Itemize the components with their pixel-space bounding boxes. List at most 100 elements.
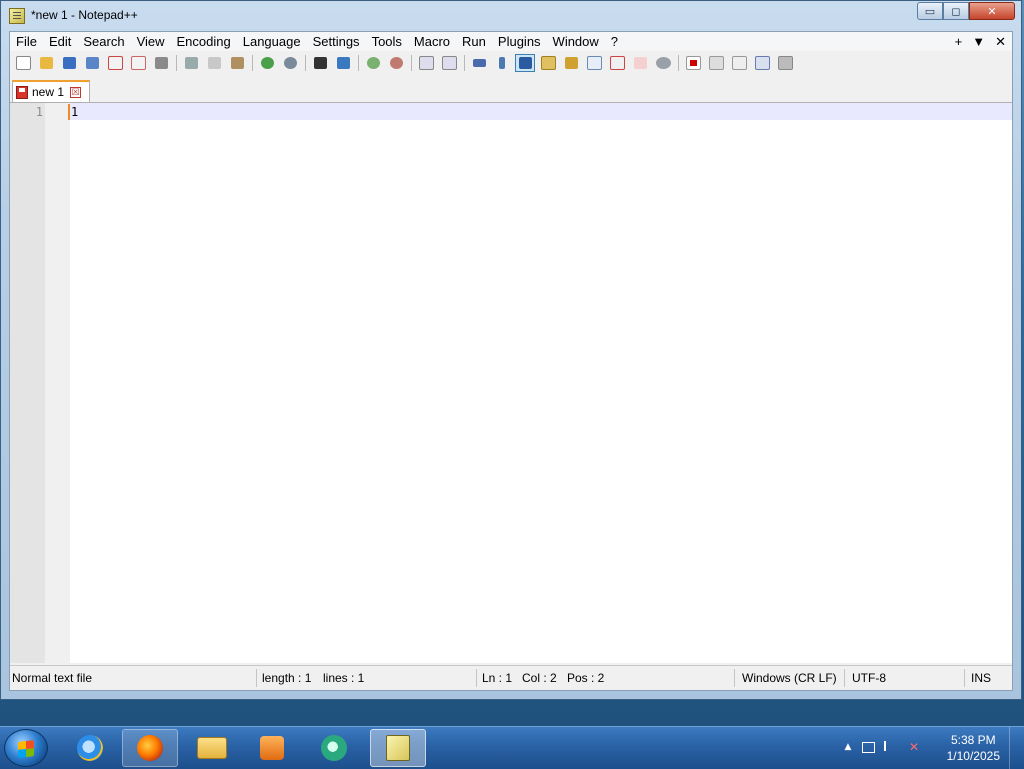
tab-new-1[interactable]: new 1 ☒ <box>12 80 90 102</box>
record-macro-icon[interactable] <box>683 54 703 72</box>
title-bar[interactable]: *new 1 - Notepad++ ▭ ◻ ✕ <box>1 1 1021 31</box>
redo-icon[interactable] <box>280 54 300 72</box>
status-lines: lines : 1 <box>323 671 365 685</box>
open-file-icon[interactable] <box>36 54 56 72</box>
menu-tools[interactable]: Tools <box>366 32 408 51</box>
menu-settings[interactable]: Settings <box>307 32 366 51</box>
save-macro-icon[interactable] <box>775 54 795 72</box>
save-all-icon[interactable] <box>82 54 102 72</box>
current-line-highlight <box>70 103 1012 120</box>
monitoring-icon[interactable] <box>630 54 650 72</box>
window-controls: ▭ ◻ ✕ <box>917 2 1015 20</box>
show-desktop-button[interactable] <box>1009 727 1024 769</box>
toolbar-separator <box>176 55 177 71</box>
status-file-type: Normal text file <box>12 671 93 685</box>
menu-run[interactable]: Run <box>456 32 492 51</box>
zoom-out-icon[interactable] <box>386 54 406 72</box>
menu-help[interactable]: ? <box>605 32 624 51</box>
taskbar-notepad-plus-plus[interactable] <box>370 729 426 767</box>
menu-window[interactable]: Window <box>547 32 605 51</box>
function-list-icon[interactable] <box>584 54 604 72</box>
replace-icon[interactable] <box>333 54 353 72</box>
indent-guide-icon[interactable] <box>515 54 535 72</box>
show-all-chars-icon[interactable] <box>492 54 512 72</box>
notepad-app-icon[interactable] <box>9 8 25 24</box>
chat-app-icon <box>321 735 347 761</box>
cut-icon[interactable] <box>181 54 201 72</box>
network-icon[interactable] <box>862 742 875 753</box>
taskbar-internet-explorer[interactable] <box>62 729 118 767</box>
save-icon[interactable] <box>59 54 79 72</box>
fold-margin[interactable] <box>45 103 70 663</box>
paste-icon[interactable] <box>227 54 247 72</box>
menu-macro[interactable]: Macro <box>408 32 456 51</box>
close-document-icon[interactable]: ✕ <box>995 34 1006 50</box>
tab-label: new 1 <box>32 85 65 99</box>
maximize-button[interactable]: ◻ <box>943 2 969 20</box>
menu-edit[interactable]: Edit <box>43 32 77 51</box>
new-file-icon[interactable] <box>13 54 33 72</box>
copy-icon[interactable] <box>204 54 224 72</box>
taskbar-chat-app[interactable] <box>306 729 362 767</box>
toolbar <box>10 52 1012 74</box>
toolbar-separator <box>464 55 465 71</box>
menu-file[interactable]: File <box>10 32 43 51</box>
stop-record-icon[interactable] <box>706 54 726 72</box>
user-language-icon[interactable] <box>538 54 558 72</box>
taskbar-firefox[interactable] <box>122 729 178 767</box>
editor-area[interactable]: 1 1 <box>10 103 1012 663</box>
internet-explorer-icon <box>77 735 103 761</box>
status-divider <box>256 669 257 687</box>
folder-as-workspace-icon[interactable] <box>607 54 627 72</box>
toolbar-separator <box>678 55 679 71</box>
media-player-icon <box>260 736 284 760</box>
comment-icon[interactable] <box>653 54 673 72</box>
window-title: *new 1 - Notepad++ <box>31 8 138 22</box>
run-macro-multiple-icon[interactable] <box>752 54 772 72</box>
sync-horizontal-icon[interactable] <box>439 54 459 72</box>
undo-icon[interactable] <box>257 54 277 72</box>
action-center-flag-icon[interactable] <box>884 741 894 751</box>
zoom-in-icon[interactable] <box>363 54 383 72</box>
status-divider <box>476 669 477 687</box>
menu-encoding[interactable]: Encoding <box>171 32 237 51</box>
word-wrap-icon[interactable] <box>469 54 489 72</box>
start-button[interactable] <box>4 729 48 767</box>
status-eol[interactable]: Windows (CR LF) <box>742 671 837 685</box>
status-ln: Ln : 1 <box>482 671 513 685</box>
sync-vertical-icon[interactable] <box>416 54 436 72</box>
line-number: 1 <box>35 105 43 119</box>
status-divider <box>964 669 965 687</box>
menu-view[interactable]: View <box>131 32 171 51</box>
menu-language[interactable]: Language <box>237 32 307 51</box>
volume-muted-icon[interactable]: ✕ <box>906 740 922 754</box>
notepad-window: *new 1 - Notepad++ ▭ ◻ ✕ File Edit Searc… <box>0 0 1022 700</box>
new-tab-icon[interactable]: + <box>955 34 963 49</box>
minimize-button[interactable]: ▭ <box>917 2 943 20</box>
status-pos: Pos : 2 <box>567 671 605 685</box>
toolbar-separator <box>252 55 253 71</box>
caret-marker <box>68 104 70 120</box>
close-button[interactable]: ✕ <box>969 2 1015 20</box>
tab-list-dropdown-icon[interactable]: ▼ <box>972 34 985 49</box>
firefox-icon <box>137 735 163 761</box>
menu-search[interactable]: Search <box>77 32 130 51</box>
taskbar-media-player[interactable] <box>244 729 300 767</box>
taskbar-file-explorer[interactable] <box>184 729 240 767</box>
close-all-icon[interactable] <box>128 54 148 72</box>
find-icon[interactable] <box>310 54 330 72</box>
playback-icon[interactable] <box>729 54 749 72</box>
tab-close-icon[interactable]: ☒ <box>70 86 82 98</box>
close-icon[interactable] <box>105 54 125 72</box>
minimize-icon: ▭ <box>924 4 936 18</box>
folder-icon <box>197 737 227 759</box>
tab-bar: new 1 ☒ <box>10 78 1012 103</box>
status-insert-mode[interactable]: INS <box>971 671 991 685</box>
show-hidden-icons-icon[interactable]: ▲ <box>840 740 856 754</box>
code-line[interactable]: 1 <box>71 105 78 119</box>
status-encoding[interactable]: UTF-8 <box>852 671 886 685</box>
clock[interactable]: 5:38 PM 1/10/2025 <box>947 732 1000 764</box>
print-icon[interactable] <box>151 54 171 72</box>
menu-plugins[interactable]: Plugins <box>492 32 547 51</box>
doc-map-icon[interactable] <box>561 54 581 72</box>
